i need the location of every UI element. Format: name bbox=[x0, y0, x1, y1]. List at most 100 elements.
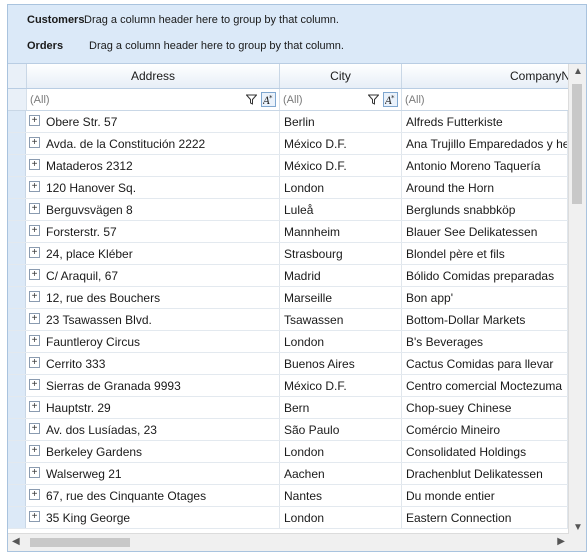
cell-city[interactable]: Nantes bbox=[280, 485, 402, 506]
expand-plus-icon[interactable]: + bbox=[29, 379, 40, 390]
cell-address[interactable]: 67, rue des Cinquante Otages bbox=[42, 485, 280, 506]
cell-address[interactable]: Obere Str. 57 bbox=[42, 111, 280, 132]
filter-cell-address[interactable]: (All) A * bbox=[27, 89, 280, 110]
cell-address[interactable]: Avda. de la Constitución 2222 bbox=[42, 133, 280, 154]
table-row[interactable]: + Cerrito 333 Buenos Aires Cactus Comidas p… bbox=[8, 353, 568, 375]
table-row[interactable]: + Mataderos 2312 México D.F. Antonio Moreno… bbox=[8, 155, 568, 177]
table-row[interactable]: + Berguvsvägen 8 Luleå Berglunds snabbköp bbox=[8, 199, 568, 221]
cell-city[interactable]: Tsawassen bbox=[280, 309, 402, 330]
cell-address[interactable]: C/ Araquil, 67 bbox=[42, 265, 280, 286]
cell-city[interactable]: London bbox=[280, 177, 402, 198]
expand-plus-icon[interactable]: + bbox=[29, 511, 40, 522]
cell-address[interactable]: 12, rue des Bouchers bbox=[42, 287, 280, 308]
cell-city[interactable]: México D.F. bbox=[280, 375, 402, 396]
table-row[interactable]: +24, place Kléber Strasbourg Blondel père … bbox=[8, 243, 568, 265]
vertical-scroll-thumb[interactable] bbox=[572, 84, 582, 204]
cell-city[interactable]: London bbox=[280, 441, 402, 462]
table-row[interactable]: + Sierras de Granada 9993 México D.F. Centr… bbox=[8, 375, 568, 397]
expand-plus-icon[interactable]: + bbox=[29, 247, 40, 258]
expand-plus-icon[interactable]: + bbox=[29, 401, 40, 412]
expand-plus-icon[interactable]: + bbox=[29, 335, 40, 346]
expand-plus-icon[interactable]: + bbox=[29, 291, 40, 302]
expand-plus-icon[interactable]: + bbox=[29, 489, 40, 500]
group-by-panel[interactable]: Customers Drag a column header here to g… bbox=[8, 5, 586, 64]
row-selector[interactable] bbox=[8, 397, 26, 418]
cell-address[interactable]: Mataderos 2312 bbox=[42, 155, 280, 176]
cell-address[interactable]: Sierras de Granada 9993 bbox=[42, 375, 280, 396]
cell-companyname[interactable]: Blondel père et fils bbox=[402, 243, 568, 264]
row-selector[interactable] bbox=[8, 309, 26, 330]
table-row[interactable]: + Berkeley Gardens London Consolidated Hold… bbox=[8, 441, 568, 463]
cell-companyname[interactable]: Berglunds snabbköp bbox=[402, 199, 568, 220]
horizontal-scroll-thumb[interactable] bbox=[30, 538, 130, 547]
table-row[interactable]: +35 King George London Eastern Connection bbox=[8, 507, 568, 529]
row-selector[interactable] bbox=[8, 177, 26, 198]
cell-address[interactable]: 35 King George bbox=[42, 507, 280, 528]
table-row[interactable]: +12, rue des Bouchers Marseille Bon app' bbox=[8, 287, 568, 309]
filter-operator-icon[interactable]: A * bbox=[261, 92, 276, 107]
cell-city[interactable]: México D.F. bbox=[280, 133, 402, 154]
cell-companyname[interactable]: Consolidated Holdings bbox=[402, 441, 568, 462]
expand-plus-icon[interactable]: + bbox=[29, 313, 40, 324]
column-header-city[interactable]: City bbox=[280, 64, 402, 88]
row-selector[interactable] bbox=[8, 375, 26, 396]
row-selector[interactable] bbox=[8, 221, 26, 242]
expand-plus-icon[interactable]: + bbox=[29, 203, 40, 214]
row-selector[interactable] bbox=[8, 287, 26, 308]
filter-cell-city[interactable]: (All) A * bbox=[280, 89, 402, 110]
cell-city[interactable]: Marseille bbox=[280, 287, 402, 308]
row-selector[interactable] bbox=[8, 265, 26, 286]
cell-address[interactable]: Forsterstr. 57 bbox=[42, 221, 280, 242]
cell-address[interactable]: Fauntleroy Circus bbox=[42, 331, 280, 352]
expand-plus-icon[interactable]: + bbox=[29, 181, 40, 192]
expand-plus-icon[interactable]: + bbox=[29, 269, 40, 280]
filter-icon[interactable] bbox=[244, 92, 259, 107]
cell-companyname[interactable]: Alfreds Futterkiste bbox=[402, 111, 568, 132]
scroll-left-icon[interactable]: ◀ bbox=[12, 536, 20, 547]
column-header-address[interactable]: Address bbox=[27, 64, 280, 88]
cell-city[interactable]: México D.F. bbox=[280, 155, 402, 176]
expand-plus-icon[interactable]: + bbox=[29, 159, 40, 170]
cell-address[interactable]: Berguvsvägen 8 bbox=[42, 199, 280, 220]
row-selector[interactable] bbox=[8, 133, 26, 154]
row-selector[interactable] bbox=[8, 331, 26, 352]
cell-city[interactable]: Strasbourg bbox=[280, 243, 402, 264]
expand-plus-icon[interactable]: + bbox=[29, 467, 40, 478]
horizontal-scrollbar[interactable]: ◀ ▶ bbox=[8, 533, 569, 551]
table-row[interactable]: +23 Tsawassen Blvd. Tsawassen Bottom-Dolla… bbox=[8, 309, 568, 331]
cell-address[interactable]: Av. dos Lusíadas, 23 bbox=[42, 419, 280, 440]
table-row[interactable]: + Walserweg 21 Aachen Drachenblut Delikates… bbox=[8, 463, 568, 485]
cell-companyname[interactable]: Antonio Moreno Taquería bbox=[402, 155, 568, 176]
table-row[interactable]: + Hauptstr. 29 Bern Chop-suey Chinese bbox=[8, 397, 568, 419]
table-row[interactable]: +120 Hanover Sq. London Around the Horn bbox=[8, 177, 568, 199]
row-selector[interactable] bbox=[8, 199, 26, 220]
cell-city[interactable]: London bbox=[280, 507, 402, 528]
row-selector[interactable] bbox=[8, 111, 26, 132]
cell-companyname[interactable]: Chop-suey Chinese bbox=[402, 397, 568, 418]
row-selector[interactable] bbox=[8, 353, 26, 374]
filter-operator-icon[interactable]: A * bbox=[383, 92, 398, 107]
cell-city[interactable]: London bbox=[280, 331, 402, 352]
scroll-right-icon[interactable]: ▶ bbox=[557, 536, 565, 547]
cell-address[interactable]: Walserweg 21 bbox=[42, 463, 280, 484]
cell-city[interactable]: Aachen bbox=[280, 463, 402, 484]
table-row[interactable]: + Av. dos Lusíadas, 23 São Paulo Comércio M… bbox=[8, 419, 568, 441]
scroll-down-icon[interactable]: ▼ bbox=[573, 522, 583, 533]
cell-companyname[interactable]: Around the Horn bbox=[402, 177, 568, 198]
table-row[interactable]: + Obere Str. 57 Berlin Alfreds Futterkiste bbox=[8, 111, 568, 133]
cell-city[interactable]: Bern bbox=[280, 397, 402, 418]
row-selector[interactable] bbox=[8, 463, 26, 484]
expand-plus-icon[interactable]: + bbox=[29, 225, 40, 236]
row-selector[interactable] bbox=[8, 419, 26, 440]
table-row[interactable]: + C/ Araquil, 67 Madrid Bólido Comidas prep… bbox=[8, 265, 568, 287]
cell-address[interactable]: Hauptstr. 29 bbox=[42, 397, 280, 418]
cell-companyname[interactable]: B's Beverages bbox=[402, 331, 568, 352]
cell-city[interactable]: Mannheim bbox=[280, 221, 402, 242]
vertical-scrollbar[interactable]: ▲ ▼ bbox=[568, 64, 586, 535]
row-selector[interactable] bbox=[8, 441, 26, 462]
column-header-companyname[interactable]: CompanyNa bbox=[402, 64, 569, 88]
cell-companyname[interactable]: Drachenblut Delikatessen bbox=[402, 463, 568, 484]
row-selector[interactable] bbox=[8, 243, 26, 264]
table-row[interactable]: + Forsterstr. 57 Mannheim Blauer See Delika… bbox=[8, 221, 568, 243]
cell-companyname[interactable]: Comércio Mineiro bbox=[402, 419, 568, 440]
